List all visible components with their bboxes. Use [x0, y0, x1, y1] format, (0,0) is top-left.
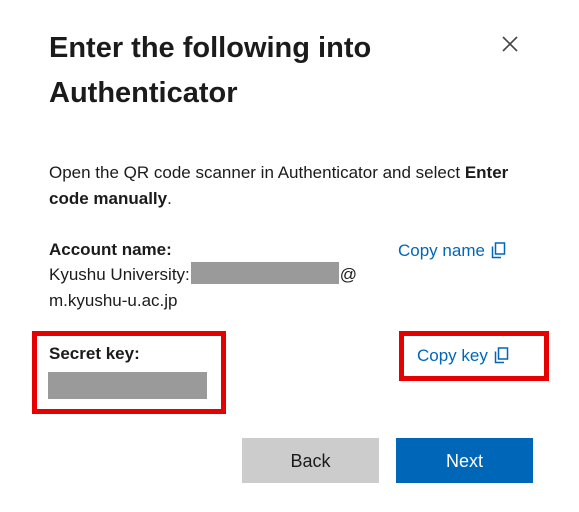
- account-name-prefix: Kyushu University:: [49, 265, 190, 284]
- account-name-label: Account name:: [49, 240, 172, 259]
- close-icon: [502, 36, 518, 52]
- dialog-title-line1: Enter the following into: [49, 32, 372, 64]
- dialog-title-line2: Authenticator: [49, 77, 238, 109]
- copy-icon: [494, 347, 509, 371]
- copy-key-label: Copy key: [417, 346, 488, 365]
- dialog-title: Enter the following into Authenticator: [49, 26, 449, 116]
- instructions-text: Open the QR code scanner in Authenticato…: [49, 160, 519, 212]
- instructions-part2: .: [167, 189, 172, 208]
- next-button[interactable]: Next: [396, 438, 533, 483]
- account-name-at: @: [339, 265, 358, 284]
- account-name-redaction: [190, 262, 339, 284]
- copy-icon: [491, 242, 506, 266]
- secret-key-label: Secret key:: [49, 344, 140, 363]
- instructions-part1: Open the QR code scanner in Authenticato…: [49, 163, 465, 182]
- account-name-domain: m.kyushu-u.ac.jp: [49, 291, 178, 310]
- account-name-value: Kyushu University: @ m.kyushu-u.ac.jp: [49, 262, 409, 314]
- back-button[interactable]: Back: [242, 438, 379, 483]
- copy-name-label: Copy name: [398, 241, 485, 260]
- close-button[interactable]: [500, 34, 520, 54]
- secret-key-redaction: [48, 372, 207, 399]
- copy-key-link[interactable]: Copy key: [417, 344, 509, 371]
- copy-name-link[interactable]: Copy name: [398, 239, 506, 266]
